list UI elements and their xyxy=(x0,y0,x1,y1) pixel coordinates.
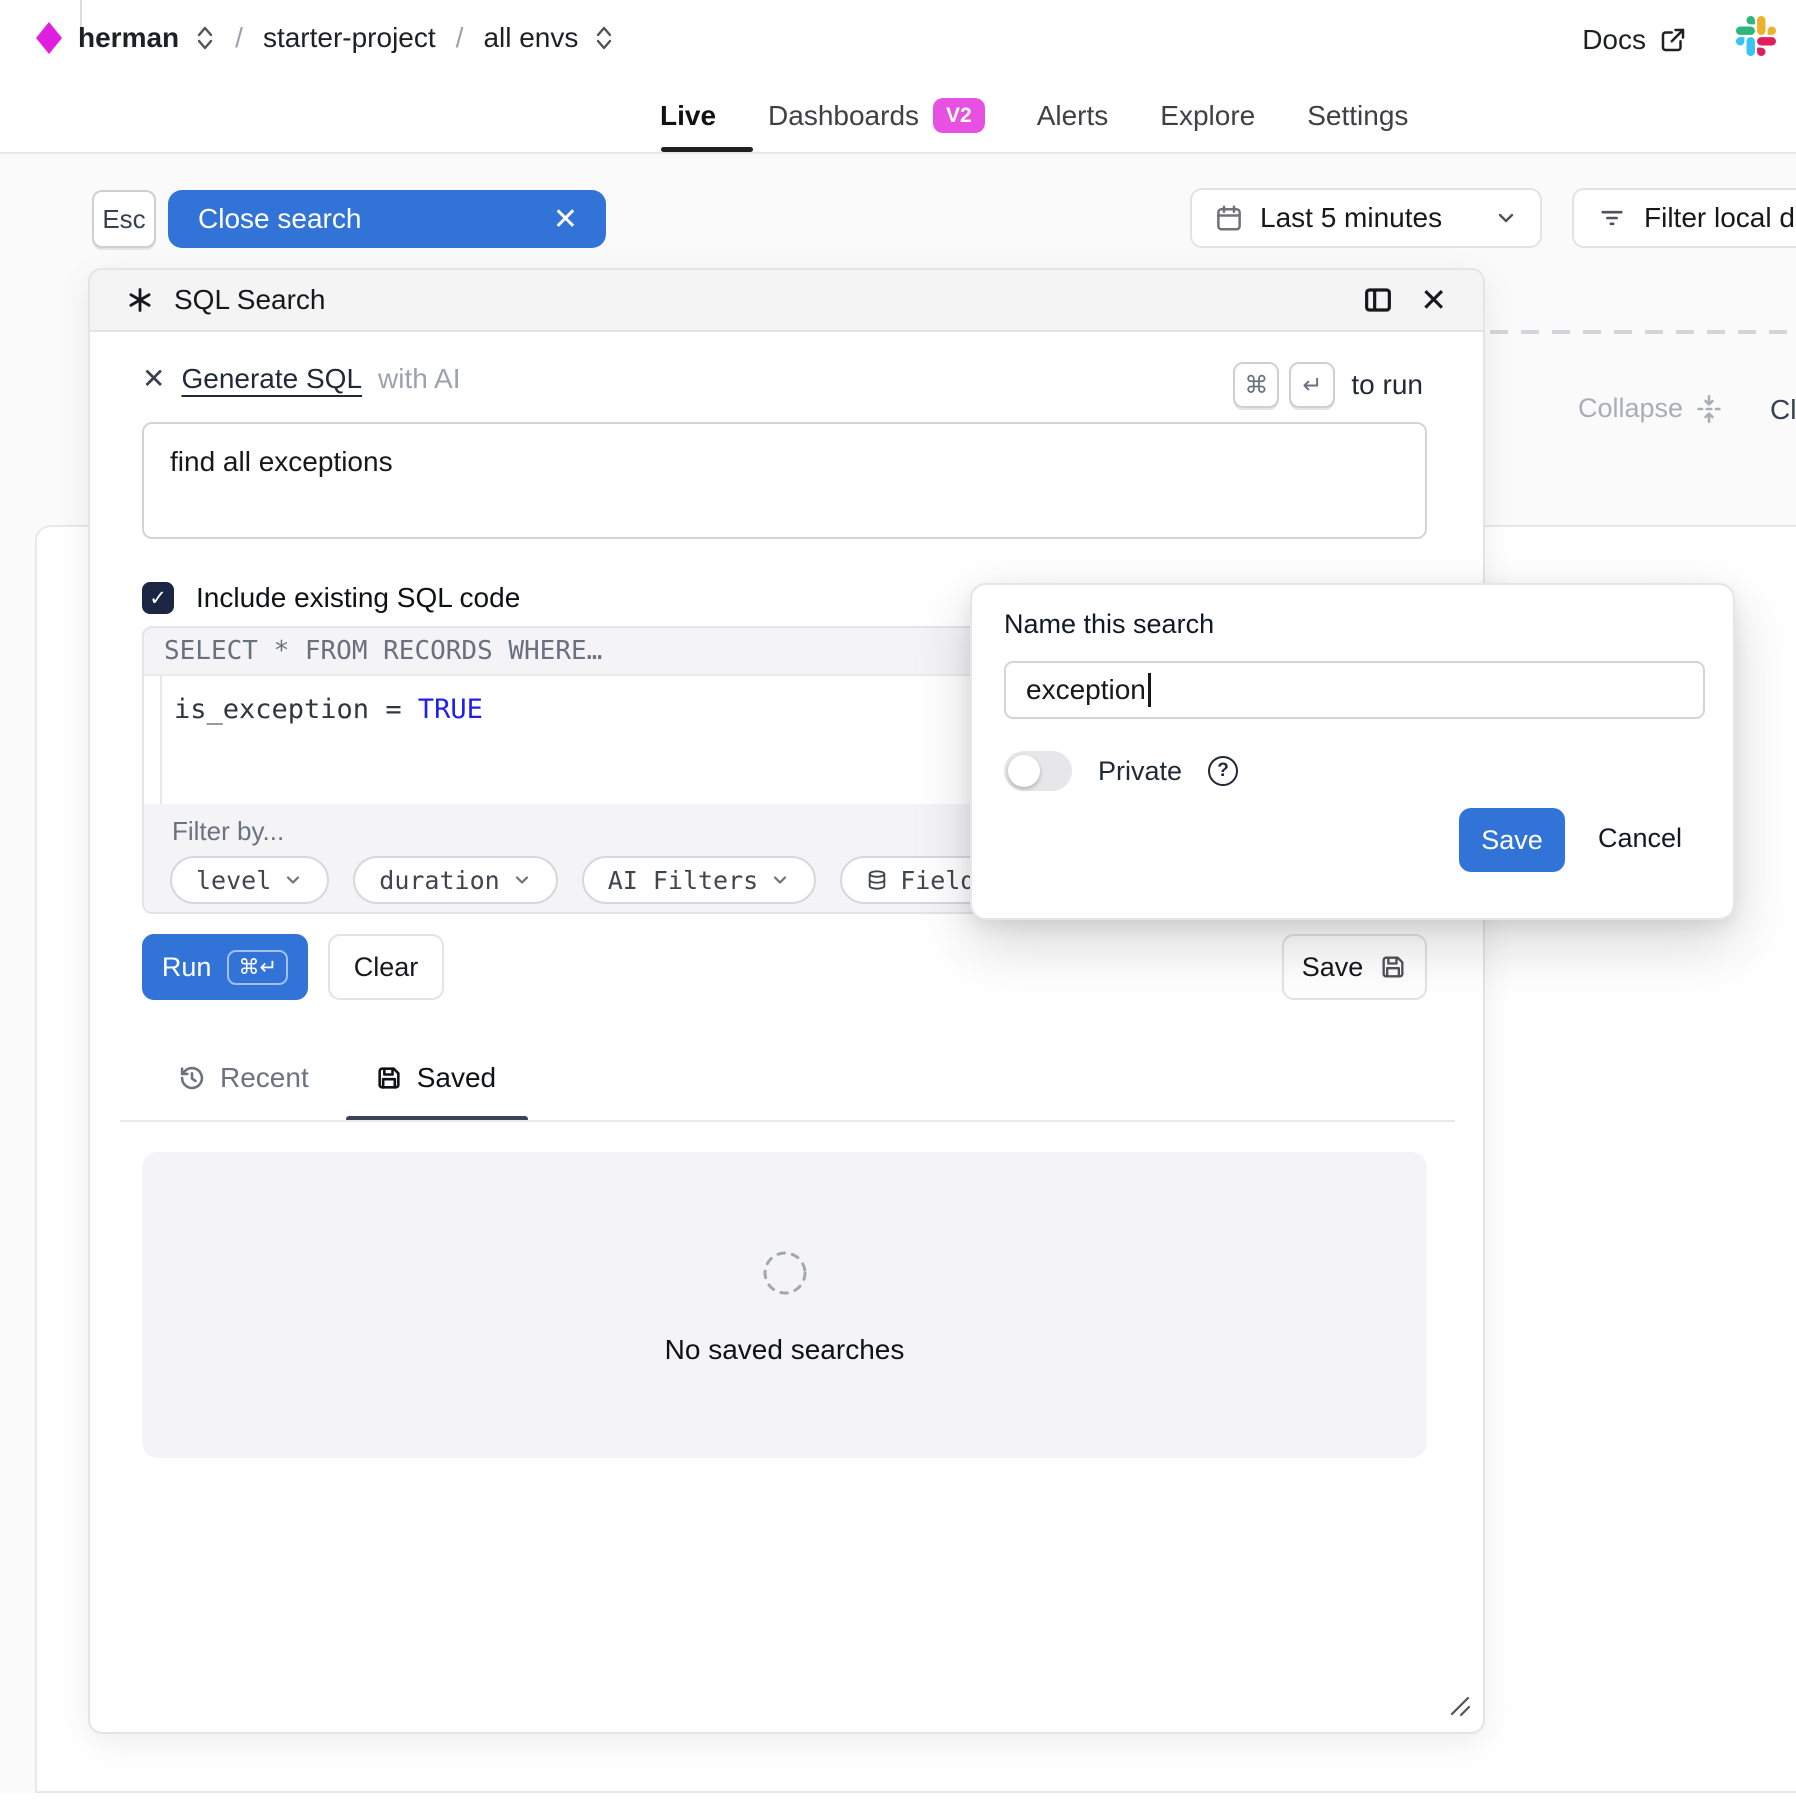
main-nav: Live Dashboards V2 Alerts Explore Settin… xyxy=(660,98,1408,133)
history-clock-icon xyxy=(178,1064,206,1092)
docs-link[interactable]: Docs xyxy=(1582,24,1688,56)
clipped-right-button[interactable]: Cl xyxy=(1770,394,1796,426)
chevron-down-icon xyxy=(770,870,790,890)
check-icon: ✓ xyxy=(149,586,167,611)
chevron-updown-icon[interactable] xyxy=(594,25,614,51)
private-label: Private xyxy=(1098,756,1182,787)
text-cursor xyxy=(1148,673,1151,707)
breadcrumb-separator: / xyxy=(452,22,468,54)
sql-code-line[interactable]: is_exception = TRUE xyxy=(174,694,483,725)
breadcrumb-env[interactable]: all envs xyxy=(483,22,578,54)
tab-saved[interactable]: Saved xyxy=(375,1062,496,1094)
include-sql-checkbox[interactable]: ✓ xyxy=(142,582,174,614)
modal-title: Name this search xyxy=(1004,609,1214,640)
chip-duration[interactable]: duration xyxy=(353,856,557,904)
cmd-key-icon: ⌘ xyxy=(1233,362,1279,408)
tab-alerts[interactable]: Alerts xyxy=(1037,100,1109,132)
toggle-knob xyxy=(1008,755,1040,787)
panel-title: SQL Search xyxy=(174,284,325,316)
divider xyxy=(120,1120,1455,1122)
close-icon: ✕ xyxy=(553,202,578,237)
breadcrumb-workspace[interactable]: herman xyxy=(78,22,179,54)
esc-key-hint: Esc xyxy=(92,190,156,248)
help-question-icon[interactable]: ? xyxy=(1208,756,1238,786)
sql-keyword: TRUE xyxy=(418,694,483,725)
close-panel-icon[interactable]: ✕ xyxy=(1420,281,1447,319)
side-panel-icon[interactable] xyxy=(1362,284,1394,316)
generate-sql-row: ✕ Generate SQL with AI xyxy=(142,362,461,395)
include-sql-label: Include existing SQL code xyxy=(196,582,520,614)
external-link-icon xyxy=(1658,25,1688,55)
save-search-button[interactable]: Save xyxy=(1282,934,1427,1000)
breadcrumb-separator: / xyxy=(231,22,247,54)
calendar-icon xyxy=(1214,203,1244,233)
tab-live[interactable]: Live xyxy=(660,100,716,132)
v2-badge: V2 xyxy=(933,98,985,133)
top-bar: herman / starter-project / all envs Docs… xyxy=(0,0,1796,153)
empty-message: No saved searches xyxy=(142,1334,1427,1366)
chevron-down-icon xyxy=(1494,206,1518,230)
chevron-down-icon xyxy=(512,870,532,890)
chevron-down-icon xyxy=(283,870,303,890)
private-row: Private ? xyxy=(1004,751,1238,791)
close-search-button[interactable]: Close search ✕ xyxy=(168,190,606,248)
history-tabs: Recent Saved xyxy=(178,1062,496,1094)
run-button[interactable]: Run ⌘↵ xyxy=(142,934,308,1000)
filter-by-label: Filter by... xyxy=(172,816,284,847)
search-name-input[interactable]: exception xyxy=(1004,661,1705,719)
resize-handle[interactable] xyxy=(1446,1692,1472,1718)
generate-sql-link[interactable]: Generate SQL xyxy=(181,363,362,395)
save-floppy-icon xyxy=(1379,953,1407,981)
tab-settings[interactable]: Settings xyxy=(1307,100,1408,132)
filter-chips: level duration AI Filters Field Guide xyxy=(170,856,1092,904)
ai-prompt-input[interactable]: find all exceptions xyxy=(142,422,1427,539)
include-sql-row: ✓ Include existing SQL code xyxy=(142,582,520,614)
chip-level[interactable]: level xyxy=(170,856,329,904)
panel-header: SQL Search ✕ xyxy=(90,270,1483,332)
breadcrumb: herman / starter-project / all envs xyxy=(36,22,614,54)
sparkle-asterisk-icon xyxy=(126,286,154,314)
run-shortcut-hint: ⌘ ↵ to run xyxy=(1233,362,1423,408)
tab-dashboards[interactable]: Dashboards V2 xyxy=(768,98,985,133)
breadcrumb-project[interactable]: starter-project xyxy=(263,22,436,54)
dashed-circle-icon xyxy=(760,1248,810,1298)
collapse-button[interactable]: Collapse xyxy=(1578,393,1723,424)
tab-recent[interactable]: Recent xyxy=(178,1062,309,1094)
modal-cancel-button[interactable]: Cancel xyxy=(1598,823,1682,854)
docs-label: Docs xyxy=(1582,24,1646,56)
time-range-dropdown[interactable]: Last 5 minutes xyxy=(1190,188,1542,248)
database-icon xyxy=(866,869,888,891)
collapse-icon xyxy=(1695,394,1723,424)
table-loading-divider xyxy=(1490,330,1796,334)
enter-key-icon: ↵ xyxy=(1289,362,1335,408)
filter-local-button[interactable]: Filter local da xyxy=(1572,188,1796,248)
sql-search-panel: SQL Search ✕ ✕ Generate SQL with AI ⌘ ↵ … xyxy=(88,268,1485,1734)
brand-logo-icon xyxy=(36,22,62,54)
private-toggle[interactable] xyxy=(1004,751,1072,791)
with-ai-label: with AI xyxy=(378,363,460,395)
saved-searches-empty-state: No saved searches xyxy=(142,1152,1427,1458)
dismiss-ai-icon[interactable]: ✕ xyxy=(142,362,165,395)
chevron-updown-icon[interactable] xyxy=(195,25,215,51)
slack-icon[interactable] xyxy=(1736,16,1776,56)
saved-floppy-icon xyxy=(375,1064,403,1092)
run-shortcut-kbd: ⌘↵ xyxy=(227,950,288,985)
filter-icon xyxy=(1598,204,1626,232)
chip-ai-filters[interactable]: AI Filters xyxy=(582,856,817,904)
tab-explore[interactable]: Explore xyxy=(1160,100,1255,132)
clear-button[interactable]: Clear xyxy=(328,934,444,1000)
name-search-modal: Name this search exception Private ? Sav… xyxy=(970,583,1735,920)
modal-save-button[interactable]: Save xyxy=(1459,808,1565,872)
